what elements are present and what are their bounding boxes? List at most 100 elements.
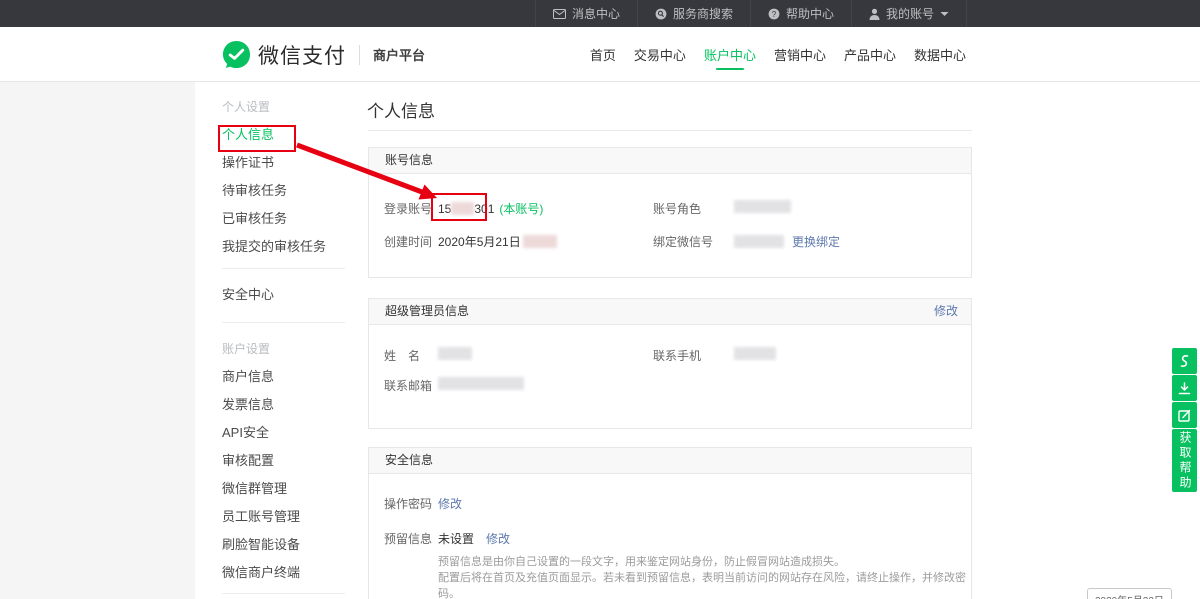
- floating-help-panel: 获取帮助: [1172, 348, 1197, 493]
- sidebar-item-review-config[interactable]: 审核配置: [195, 447, 345, 475]
- sidebar-divider: [222, 593, 345, 594]
- redacted-name: [438, 347, 472, 360]
- link-icon: [1178, 354, 1191, 368]
- reserved-info-label: 预留信息: [384, 530, 432, 547]
- change-binding-link[interactable]: 更换绑定: [792, 233, 840, 250]
- row-reserved-info: 预留信息 未设置 修改: [369, 522, 971, 552]
- nav-marketing-center[interactable]: 营销中心: [765, 27, 835, 82]
- topbar-item-label: 服务商搜索: [673, 5, 733, 22]
- sidebar-item-staff-account-management[interactable]: 员工账号管理: [195, 503, 345, 531]
- login-account-value: 15301 (本账号): [438, 200, 543, 217]
- sidebar-item-wechat-group-management[interactable]: 微信群管理: [195, 475, 345, 503]
- reserved-modify-link[interactable]: 修改: [486, 530, 510, 547]
- reserved-info-status: 未设置: [438, 530, 474, 547]
- row-created-wechat: 创建时间 2020年5月21日 绑定微信号 更换绑定: [369, 225, 971, 255]
- brand-divider: [359, 45, 360, 65]
- created-time-label: 创建时间: [384, 233, 432, 250]
- this-account-note: (本账号): [499, 200, 543, 217]
- svg-text:?: ?: [772, 9, 777, 18]
- reserved-info-description: 预留信息是由你自己设置的一段文字，用来鉴定网站身份，防止假冒网站造成损失。 配置…: [438, 554, 971, 599]
- sidebar-item-merchant-info[interactable]: 商户信息: [195, 363, 345, 391]
- section-admin-header: 超级管理员信息 修改: [369, 299, 971, 325]
- bound-wechat-value: 更换绑定: [734, 233, 840, 250]
- brand-name: 微信支付: [258, 40, 346, 70]
- get-help-button[interactable]: 获取帮助: [1172, 429, 1197, 492]
- description-line: 预留信息是由你自己设置的一段文字，用来鉴定网站身份，防止假冒网站造成损失。: [438, 554, 971, 570]
- operation-password-label: 操作密码: [384, 495, 432, 512]
- nav-data-center[interactable]: 数据中心: [905, 27, 975, 82]
- description-line: 配置后将在首页及充值页面显示。若未看到预留信息，表明当前访问的网站存在风险，请终…: [438, 570, 971, 599]
- caret-down-icon: [940, 11, 949, 17]
- brand-block[interactable]: 微信支付 商户平台: [222, 27, 425, 82]
- title-divider: [368, 130, 972, 131]
- feedback-button[interactable]: [1172, 402, 1197, 428]
- sidebar-item-security-center[interactable]: 安全中心: [195, 281, 345, 309]
- question-circle-icon: ?: [768, 8, 780, 20]
- sidebar-item-invoice-info[interactable]: 发票信息: [195, 391, 345, 419]
- date-tag: 2020年5月22日: [1087, 588, 1172, 599]
- row-name-phone: 姓 名 联系手机: [369, 339, 971, 369]
- nav-account-center[interactable]: 账户中心: [695, 27, 765, 82]
- redacted-wechat-id: [734, 235, 784, 248]
- portal-name: 商户平台: [373, 45, 425, 64]
- topbar-my-account[interactable]: 我的账号: [851, 0, 967, 27]
- sidebar: 个人设置 个人信息 操作证书 待审核任务 已审核任务 我提交的审核任务 安全中心…: [195, 82, 345, 599]
- sidebar-item-pending-review-tasks[interactable]: 待审核任务: [195, 177, 345, 205]
- contact-phone-label: 联系手机: [653, 347, 701, 364]
- quick-link-button[interactable]: [1172, 348, 1197, 374]
- sidebar-item-reviewed-tasks[interactable]: 已审核任务: [195, 205, 345, 233]
- contact-email-label: 联系邮箱: [384, 377, 432, 394]
- row-email: 联系邮箱: [369, 369, 971, 399]
- section-security-header: 安全信息: [369, 448, 971, 474]
- sidebar-item-operation-certificate[interactable]: 操作证书: [195, 149, 345, 177]
- contact-email-value: [438, 377, 524, 390]
- wechat-pay-merchant-portal: 消息中心 服务商搜索 ? 帮助中心 我的账号 微信支付 商户平台 首页: [0, 0, 1200, 599]
- row-login-role: 登录账号 15301 (本账号) 账号角色: [369, 192, 971, 222]
- wechat-pay-logo-icon: [222, 40, 251, 69]
- topbar-item-label: 我的账号: [886, 5, 934, 22]
- redacted-phone: [734, 347, 776, 360]
- sidebar-item-face-smart-device[interactable]: 刷脸智能设备: [195, 531, 345, 559]
- topbar-help-center[interactable]: ? 帮助中心: [750, 0, 851, 27]
- name-label: 姓 名: [384, 347, 420, 364]
- main-nav: 首页 交易中心 账户中心 营销中心 产品中心 数据中心: [581, 27, 975, 82]
- contact-phone-value: [734, 347, 776, 360]
- brand-header: 微信支付 商户平台 首页 交易中心 账户中心 营销中心 产品中心 数据中心: [0, 27, 1200, 82]
- sidebar-item-my-submitted-review-tasks[interactable]: 我提交的审核任务: [195, 233, 345, 261]
- section-security-info: 安全信息 操作密码 修改 预留信息 未设置 修改 预留信息是由你自己设置的一段文…: [368, 447, 972, 599]
- download-button[interactable]: [1172, 375, 1197, 401]
- admin-modify-link[interactable]: 修改: [934, 299, 958, 324]
- redacted-login-digits: [451, 202, 474, 215]
- password-modify-link[interactable]: 修改: [438, 495, 462, 512]
- row-operation-password: 操作密码 修改: [369, 487, 971, 517]
- edit-icon: [1178, 409, 1191, 422]
- topbar-item-label: 帮助中心: [786, 5, 834, 22]
- nav-transaction-center[interactable]: 交易中心: [625, 27, 695, 82]
- section-account-info: 账号信息 登录账号 15301 (本账号) 账号角色 创建时间 2020年5月2…: [368, 147, 972, 278]
- sidebar-item-personal-info[interactable]: 个人信息: [195, 121, 345, 149]
- account-role-value: [734, 200, 791, 213]
- sidebar-item-api-security[interactable]: API安全: [195, 419, 345, 447]
- main-content: 个人信息 账号信息 登录账号 15301 (本账号) 账号角色 创建时间 202…: [345, 82, 1000, 599]
- page-title: 个人信息: [367, 97, 435, 122]
- section-account-header: 账号信息: [369, 148, 971, 174]
- envelope-icon: [553, 9, 566, 19]
- nav-home[interactable]: 首页: [581, 27, 625, 82]
- topbar-item-label: 消息中心: [572, 5, 620, 22]
- section-super-admin-info: 超级管理员信息 修改 姓 名 联系手机 联系邮箱: [368, 298, 972, 429]
- redacted-account-role: [734, 200, 791, 213]
- sidebar-item-wechat-merchant-terminal[interactable]: 微信商户终端: [195, 559, 345, 587]
- utility-topbar: 消息中心 服务商搜索 ? 帮助中心 我的账号: [0, 0, 1200, 27]
- topbar-message-center[interactable]: 消息中心: [535, 0, 637, 27]
- name-value: [438, 347, 472, 360]
- login-account-label: 登录账号: [384, 200, 432, 217]
- search-circle-icon: [655, 8, 667, 20]
- topbar-service-search[interactable]: 服务商搜索: [637, 0, 750, 27]
- nav-product-center[interactable]: 产品中心: [835, 27, 905, 82]
- sidebar-group-personal-settings: 个人设置: [195, 93, 345, 121]
- sidebar-group-account-settings: 账户设置: [195, 335, 345, 363]
- account-role-label: 账号角色: [653, 200, 701, 217]
- user-icon: [869, 8, 880, 20]
- download-icon: [1178, 382, 1191, 395]
- created-time-value: 2020年5月21日: [438, 233, 557, 250]
